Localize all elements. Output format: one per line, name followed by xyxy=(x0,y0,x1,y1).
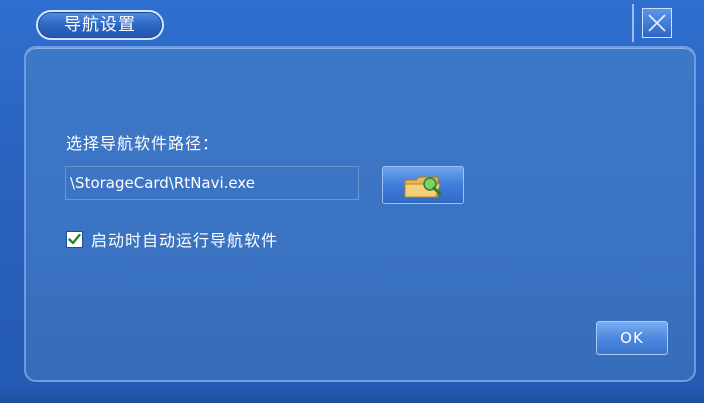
path-label: 选择导航软件路径： xyxy=(66,134,220,153)
navigation-settings-dialog: 导航设置 选择导航软件路径： 启动时自动 xyxy=(0,0,704,403)
path-input[interactable] xyxy=(65,166,359,200)
autostart-label: 启动时自动运行导航软件 xyxy=(91,231,279,250)
dialog-bottom-edge xyxy=(0,388,704,403)
settings-panel: 选择导航软件路径： 启动时自动运行导航软件 OK xyxy=(24,46,696,382)
close-button[interactable] xyxy=(642,8,672,38)
folder-search-icon xyxy=(404,176,442,198)
browse-button[interactable] xyxy=(382,166,464,204)
autostart-option[interactable]: 启动时自动运行导航软件 xyxy=(66,228,278,250)
dialog-title: 导航设置 xyxy=(36,10,164,40)
checkmark-icon xyxy=(68,233,81,244)
title-separator xyxy=(632,4,634,42)
title-bar: 导航设置 xyxy=(0,0,704,44)
autostart-checkbox[interactable] xyxy=(66,230,83,248)
close-icon xyxy=(648,14,666,32)
ok-button[interactable]: OK xyxy=(596,321,668,355)
